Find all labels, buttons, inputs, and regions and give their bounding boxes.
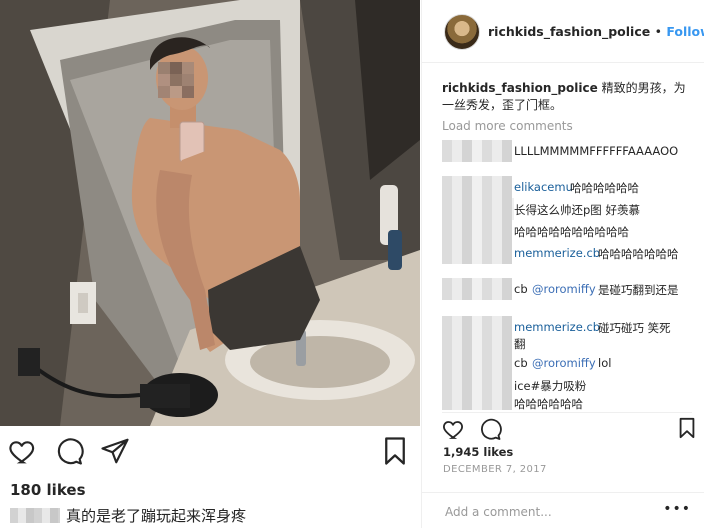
comment-user[interactable]: memmerize.cb — [514, 246, 600, 260]
caption-text: 真的是老了蹦玩起来浑身疼 — [66, 507, 247, 525]
comment-row: memmerize.cb 哈哈哈哈哈哈哈 — [442, 242, 702, 264]
blurred-avatar — [442, 140, 512, 162]
separator-dot: • — [654, 24, 662, 39]
likes-count[interactable]: 1,945 likes — [443, 445, 513, 459]
caption: 真的是老了蹦玩起来浑身疼 — [10, 505, 246, 526]
heart-icon[interactable] — [442, 417, 468, 443]
photo-action-bar — [8, 436, 412, 472]
comment-input[interactable] — [443, 503, 667, 521]
blurred-avatar — [442, 332, 512, 354]
comment-text: lol — [598, 356, 612, 370]
comment-row: LLLLMMMMMFFFFFFAAAAOO — [442, 140, 702, 162]
blurred-avatar — [442, 352, 512, 374]
load-more-comments[interactable]: Load more comments — [442, 119, 573, 133]
more-options-icon[interactable]: ••• — [663, 501, 691, 517]
post-header: richkids_fashion_police • Follow — [422, 0, 704, 63]
comment-user[interactable]: cb — [514, 356, 528, 370]
blurred-avatar — [442, 374, 512, 396]
comment-text: 哈哈哈哈哈哈哈 — [598, 247, 679, 261]
share-icon[interactable] — [100, 436, 132, 468]
post-photo[interactable] — [0, 0, 420, 426]
avatar[interactable] — [444, 14, 480, 50]
blurred-avatar — [442, 198, 514, 220]
post-author: richkids_fashion_police • Follow — [488, 24, 704, 39]
comment-mention[interactable]: @roromiffy — [532, 282, 596, 296]
comment-row: 长得这么帅还p图 好羡慕 — [442, 198, 702, 220]
comment-text: 是碰巧翻到还是 — [598, 283, 679, 297]
comment-icon[interactable] — [54, 436, 86, 468]
comment-icon[interactable] — [478, 417, 504, 443]
blurred-username — [10, 508, 60, 523]
comment-row: cb @roromiffy 是碰巧翻到还是 — [442, 278, 702, 300]
post-caption: richkids_fashion_police 精致的男孩，为一丝秀发，歪了门框… — [442, 80, 687, 114]
comment-text: LLLLMMMMMFFFFFFAAAAOO — [514, 144, 679, 158]
comment-text: 翻 — [514, 337, 526, 351]
comment-text: 哈哈哈哈哈哈哈哈哈哈 — [514, 225, 629, 239]
post-date[interactable]: DECEMBER 7, 2017 — [443, 464, 547, 475]
comment-row: ice#暴力吸粉 — [442, 374, 702, 396]
bookmark-icon[interactable] — [676, 417, 702, 443]
add-comment-bar: ••• — [422, 492, 704, 529]
comment-text: 长得这么帅还p图 好羡慕 — [514, 203, 640, 217]
bookmark-icon[interactable] — [380, 436, 412, 468]
blurred-avatar — [442, 394, 512, 410]
blurred-avatar — [442, 176, 512, 198]
comment-user[interactable]: cb — [514, 282, 528, 296]
comment-mention[interactable]: @roromiffy — [532, 356, 596, 370]
likes-count[interactable]: 180 likes — [10, 481, 86, 499]
comment-row: 哈哈哈哈哈哈 — [442, 394, 702, 410]
comment-text: 哈哈哈哈哈哈 — [570, 181, 639, 195]
author-username[interactable]: richkids_fashion_police — [488, 24, 650, 39]
post-action-bar — [442, 412, 695, 443]
comment-row: 翻 — [442, 332, 702, 354]
comment-text: ice#暴力吸粉 — [514, 379, 587, 393]
blurred-avatar — [442, 278, 512, 300]
blurred-avatar — [442, 220, 512, 242]
comment-row: elikacemu 哈哈哈哈哈哈 — [442, 176, 702, 198]
comment-row: 哈哈哈哈哈哈哈哈哈哈 — [442, 220, 702, 242]
blurred-avatar — [442, 242, 512, 264]
comment-user[interactable]: elikacemu — [514, 180, 573, 194]
caption-username[interactable]: richkids_fashion_police — [442, 81, 598, 95]
post-panel: richkids_fashion_police • Follow richkid… — [421, 0, 704, 528]
heart-icon[interactable] — [8, 436, 40, 468]
follow-button[interactable]: Follow — [666, 24, 704, 39]
comment-row: cb @roromiffy lol — [442, 352, 702, 374]
comment-text: 哈哈哈哈哈哈 — [514, 397, 583, 410]
